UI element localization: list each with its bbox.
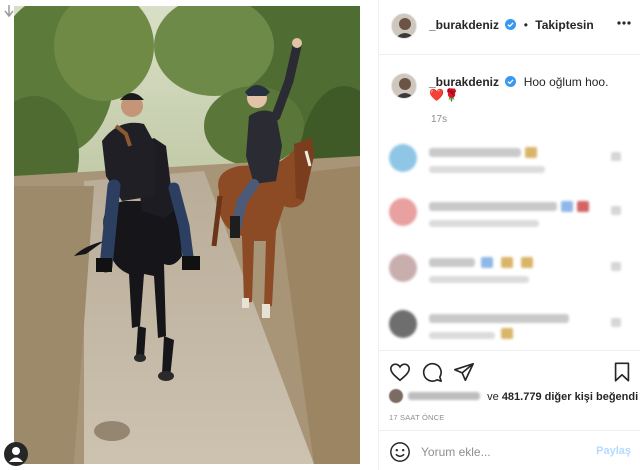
- verified-badge-icon: [505, 76, 517, 87]
- liker-avatar[interactable]: [389, 389, 403, 403]
- comment-item[interactable]: [389, 310, 629, 350]
- likes-prefix: ve: [487, 391, 499, 403]
- comment-avatar[interactable]: [389, 310, 417, 338]
- post-caption: _burakdeniz Hoo oğlum hoo.: [429, 74, 629, 90]
- comment-icon[interactable]: [421, 361, 443, 383]
- post-comment-button[interactable]: Paylaş: [596, 445, 631, 457]
- comment-avatar[interactable]: [389, 144, 417, 172]
- comment-emoji: [501, 328, 513, 339]
- comment-text: [429, 148, 521, 157]
- post-actions: ve 481.779 diğer kişi beğendi 17 SAAT ÖN…: [379, 350, 640, 470]
- comment-emoji: [561, 201, 573, 212]
- comment-meta: [429, 220, 539, 227]
- post-timestamp[interactable]: 17 SAAT ÖNCE: [389, 413, 444, 422]
- post-side-panel: _burakdeniz • Takiptesin _burakdeniz Hoo: [378, 0, 640, 470]
- post-header-title: _burakdeniz • Takiptesin: [429, 18, 594, 32]
- heart-icon[interactable]: [389, 361, 411, 383]
- likes-suffix[interactable]: diğer kişi beğendi: [545, 391, 639, 403]
- comment-item[interactable]: [389, 198, 629, 238]
- liker-username-blurred[interactable]: [408, 392, 481, 400]
- likes-summary[interactable]: ve 481.779 diğer kişi beğendi: [389, 389, 638, 403]
- more-options-icon[interactable]: [617, 21, 631, 25]
- comment-emoji: [577, 201, 589, 212]
- arrow-down-icon: [4, 5, 14, 18]
- comment-like-icon[interactable]: [611, 318, 621, 327]
- follow-status-button[interactable]: Takiptesin: [535, 18, 593, 32]
- comment-meta: [429, 166, 545, 173]
- verified-badge-icon: [505, 19, 517, 30]
- comment-text: [429, 314, 569, 323]
- emoji-picker-icon[interactable]: [389, 441, 411, 463]
- comment-item[interactable]: [389, 254, 629, 294]
- comment-emoji: [501, 257, 513, 268]
- comment-like-icon[interactable]: [611, 206, 621, 215]
- caption-username[interactable]: _burakdeniz: [429, 75, 499, 89]
- post-photo[interactable]: [14, 6, 360, 464]
- comment-like-icon[interactable]: [611, 262, 621, 271]
- comment-emoji: [521, 257, 533, 268]
- comment-emoji: [481, 257, 493, 268]
- post-header: _burakdeniz • Takiptesin: [379, 0, 640, 55]
- comment-input[interactable]: [421, 443, 591, 461]
- caption-text: Hoo oğlum hoo.: [523, 75, 609, 89]
- bookmark-icon[interactable]: [611, 361, 633, 383]
- comment-item[interactable]: [389, 144, 629, 184]
- comment-avatar[interactable]: [389, 198, 417, 226]
- comment-text: [429, 258, 475, 267]
- post-media-area: [0, 0, 378, 470]
- share-direct-icon[interactable]: [453, 361, 475, 383]
- caption-emoji: ❤️🌹: [429, 88, 459, 102]
- author-avatar[interactable]: [391, 13, 417, 39]
- comment-avatar[interactable]: [389, 254, 417, 282]
- comment-meta: [429, 276, 529, 283]
- separator-dot: •: [523, 18, 528, 32]
- comment-text: [429, 202, 557, 211]
- comment-emoji: [525, 147, 537, 158]
- caption-timestamp: 17s: [431, 114, 448, 125]
- author-username[interactable]: _burakdeniz: [429, 18, 499, 32]
- comment-meta: [429, 332, 495, 339]
- likes-count[interactable]: 481.779: [502, 391, 542, 403]
- comment-like-icon[interactable]: [611, 152, 621, 161]
- add-comment-bar: Paylaş: [379, 430, 640, 470]
- caption-author-avatar[interactable]: [391, 73, 417, 99]
- tagged-users-icon[interactable]: [4, 442, 28, 466]
